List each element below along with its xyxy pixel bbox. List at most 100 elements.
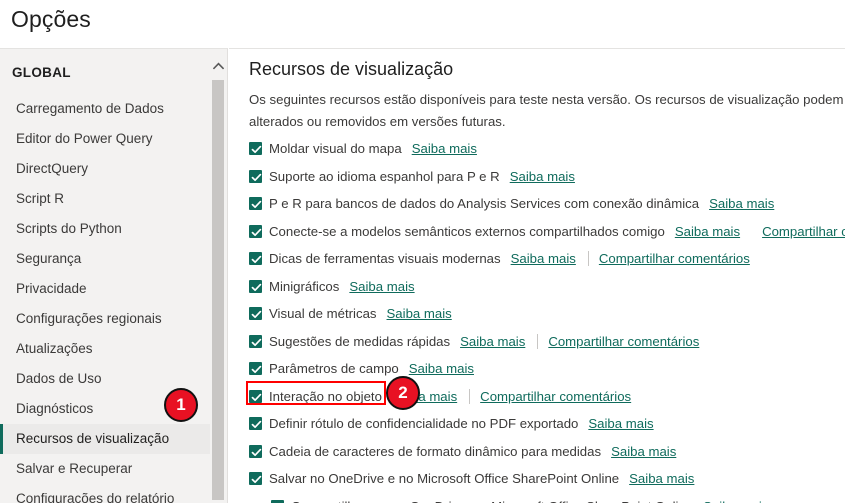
sidebar-scrollbar[interactable]	[210, 49, 226, 503]
learn-more-link[interactable]: Saiba mais	[349, 279, 414, 294]
checkbox-checked-icon[interactable]	[249, 417, 262, 431]
checkbox-checked-icon[interactable]	[249, 197, 262, 211]
feature-label: Suporte ao idioma espanhol para P e R	[269, 168, 500, 184]
feature-row: Definir rótulo de confidencialidade no P…	[249, 410, 845, 438]
sidebar-item-label: Configurações regionais	[16, 311, 162, 326]
sidebar-item-salvar-e-recuperar[interactable]: Salvar e Recuperar	[0, 454, 212, 484]
sidebar-item-seguran-a[interactable]: Segurança	[0, 244, 212, 274]
sidebar-nav-list: Carregamento de Dados Editor do Power Que…	[0, 94, 212, 503]
checkbox-checked-icon[interactable]	[249, 362, 262, 376]
feature-label: Compartilhar com o OneDrive e o Microsof…	[291, 499, 693, 503]
checkbox-checked-icon[interactable]	[249, 307, 262, 321]
learn-more-link[interactable]: Saiba mais	[629, 471, 694, 486]
checkbox-checked-icon[interactable]	[249, 224, 262, 238]
sidebar-item-label: Segurança	[16, 251, 82, 266]
sidebar-item-scripts-do-python[interactable]: Scripts do Python	[0, 214, 212, 244]
checkbox-checked-icon[interactable]	[249, 279, 262, 293]
sidebar-item-editor-do-power-query[interactable]: Editor do Power Query	[0, 124, 212, 154]
sidebar-item-atualiza-es[interactable]: Atualizações	[0, 334, 212, 364]
sidebar-item-label: Configurações do relatório	[16, 491, 175, 503]
learn-more-link[interactable]: Saiba mais	[611, 444, 676, 459]
annotation-badge-2: 2	[386, 376, 420, 410]
feature-label: Moldar visual do mapa	[269, 141, 402, 157]
share-feedback-link[interactable]: Compartilhar comentários	[762, 224, 845, 239]
feature-label: Visual de métricas	[269, 306, 377, 322]
feature-row: Salvar no OneDrive e no Microsoft Office…	[249, 465, 845, 493]
checkbox-checked-icon[interactable]	[249, 169, 262, 183]
share-feedback-link[interactable]: Compartilhar comentários	[480, 389, 631, 404]
learn-more-link[interactable]: Saiba mais	[409, 361, 474, 376]
feature-row: Parâmetros de campo Saiba mais	[249, 355, 845, 383]
sidebar-item-recursos-de-visualiza-o[interactable]: Recursos de visualização	[0, 424, 212, 454]
feature-row: Moldar visual do mapa Saiba mais	[249, 135, 845, 163]
feature-row: Dicas de ferramentas visuais modernas Sai…	[249, 245, 845, 273]
learn-more-link[interactable]: Saiba mais	[709, 196, 774, 211]
options-dialog: Opções GLOBAL Carregamento de Dados Edito…	[0, 0, 845, 503]
sidebar-item-label: Script R	[16, 191, 65, 206]
checkbox-checked-icon[interactable]	[249, 252, 262, 266]
feature-row: P e R para bancos de dados do Analysis S…	[249, 190, 845, 218]
annotation-badge-1: 1	[164, 388, 198, 422]
share-feedback-link[interactable]: Compartilhar comentários	[548, 334, 699, 349]
sidebar-item-script-r[interactable]: Script R	[0, 184, 212, 214]
share-feedback-link[interactable]: Compartilhar comentários	[599, 251, 750, 266]
sidebar-item-label: Dados de Uso	[16, 371, 102, 386]
sidebar-item-label: Privacidade	[16, 281, 87, 296]
feature-label: Cadeia de caracteres de formato dinâmico…	[269, 443, 602, 459]
sidebar-item-label: Editor do Power Query	[16, 131, 153, 146]
feature-row: Visual de métricas Saiba mais	[249, 300, 845, 328]
learn-more-link[interactable]: Saiba mais	[510, 169, 575, 184]
sidebar-item-label: Atualizações	[16, 341, 93, 356]
chevron-up-icon[interactable]	[210, 57, 226, 74]
feature-label: Dicas de ferramentas visuais modernas	[269, 251, 501, 267]
link-separator	[537, 333, 539, 349]
panel-title: Recursos de visualização	[249, 59, 454, 79]
feature-row: Cadeia de caracteres de formato dinâmico…	[249, 438, 845, 466]
sidebar-scrollbar-thumb[interactable]	[212, 80, 224, 500]
preview-features-panel: Recursos de visualização Os seguintes re…	[229, 48, 845, 503]
feature-row: Compartilhar com o OneDrive e o Microsof…	[249, 493, 845, 503]
feature-label: Interação no objeto	[269, 388, 382, 404]
sidebar-item-privacidade[interactable]: Privacidade	[0, 274, 212, 304]
sidebar: GLOBAL Carregamento de Dados Editor do Po…	[0, 48, 228, 503]
feature-label: Definir rótulo de confidencialidade no P…	[269, 416, 579, 432]
feature-row: Conecte-se a modelos semânticos externos…	[249, 218, 845, 246]
learn-more-link[interactable]: Saiba mais	[675, 224, 740, 239]
feature-label: Parâmetros de campo	[269, 361, 399, 377]
link-separator	[587, 251, 589, 267]
sidebar-item-configura-es-do-relat-rio[interactable]: Configurações do relatório	[0, 484, 212, 503]
checkbox-checked-icon[interactable]	[249, 389, 262, 403]
sidebar-section-header: GLOBAL	[12, 65, 71, 80]
checkbox-checked-icon[interactable]	[249, 334, 262, 348]
sidebar-item-label: Carregamento de Dados	[16, 101, 164, 116]
feature-checkbox-list: Moldar visual do mapa Saiba mais Suporte a…	[249, 135, 845, 503]
feature-label: Sugestões de medidas rápidas	[269, 333, 451, 349]
learn-more-link[interactable]: Saiba mais	[412, 141, 477, 156]
panel-description: Os seguintes recursos estão disponíveis …	[249, 92, 845, 129]
sidebar-item-directquery[interactable]: DirectQuery	[0, 154, 212, 184]
sidebar-item-label: Scripts do Python	[16, 221, 122, 236]
sidebar-item-label: Recursos de visualização	[16, 431, 170, 446]
sidebar-item-label: Diagnósticos	[16, 401, 94, 416]
learn-more-link[interactable]: Saiba mais	[588, 416, 653, 431]
page-title: Opções	[11, 6, 91, 32]
feature-row: Minigráficos Saiba mais	[249, 273, 845, 301]
sidebar-item-configura-es-regionais[interactable]: Configurações regionais	[0, 304, 212, 334]
learn-more-link[interactable]: Saiba mais	[511, 251, 576, 266]
link-separator	[469, 388, 471, 404]
sidebar-item-label: Salvar e Recuperar	[16, 461, 133, 476]
sidebar-item-label: DirectQuery	[16, 161, 89, 176]
feature-row: Sugestões de medidas rápidas Saiba mais Co…	[249, 328, 845, 356]
feature-label: Minigráficos	[269, 278, 340, 294]
learn-more-link[interactable]: Saiba mais	[703, 499, 768, 503]
feature-label: Conecte-se a modelos semânticos externos…	[269, 223, 665, 239]
checkbox-checked-icon[interactable]	[249, 472, 262, 486]
sidebar-item-carregamento-de-dados[interactable]: Carregamento de Dados	[0, 94, 212, 124]
feature-row: Interação no objeto Saiba mais Compartilha…	[249, 383, 845, 411]
learn-more-link[interactable]: Saiba mais	[387, 306, 452, 321]
checkbox-checked-icon[interactable]	[249, 444, 262, 458]
feature-row: Suporte ao idioma espanhol para P e R Sai…	[249, 163, 845, 191]
learn-more-link[interactable]: Saiba mais	[460, 334, 525, 349]
checkbox-checked-icon[interactable]	[249, 142, 262, 156]
feature-label: P e R para bancos de dados do Analysis S…	[269, 196, 700, 212]
